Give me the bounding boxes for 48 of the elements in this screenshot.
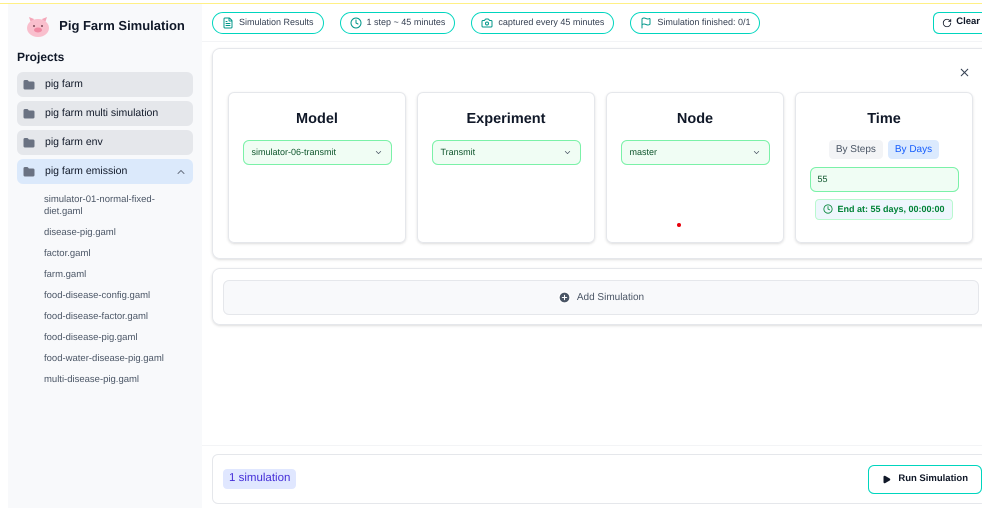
clear-button[interactable]: Clear xyxy=(933,12,982,34)
run-simulation-button[interactable]: Run Simulation xyxy=(868,464,982,494)
add-simulation-button[interactable]: Add Simulation xyxy=(223,280,979,315)
card-title: Experiment xyxy=(466,110,546,129)
project-item[interactable]: pig farm multi simulation xyxy=(17,101,193,126)
close-icon[interactable] xyxy=(958,66,971,79)
file-item[interactable]: food-disease-pig.gaml xyxy=(44,332,174,344)
card-title: Model xyxy=(296,110,338,129)
projects-heading: Projects xyxy=(17,49,66,66)
mode-tab[interactable]: By Steps xyxy=(828,140,883,159)
pig-logo-icon xyxy=(25,14,52,38)
file-item[interactable]: food-disease-config.gaml xyxy=(44,290,174,302)
app-title: Pig Farm Simulation xyxy=(59,17,185,36)
refresh-icon xyxy=(942,18,952,28)
card-title: Node xyxy=(676,110,714,129)
flag-icon xyxy=(640,16,652,28)
file-item[interactable]: food-disease-factor.gaml xyxy=(44,311,174,323)
file-item[interactable]: disease-pig.gaml xyxy=(44,227,174,239)
days-input[interactable]: 55 xyxy=(810,166,958,192)
project-item[interactable]: pig farm xyxy=(17,72,193,97)
folder-icon xyxy=(23,108,35,120)
info-pill: 1 step ~ 45 minutes xyxy=(340,12,456,34)
file-item[interactable]: farm.gaml xyxy=(44,269,174,281)
file-item[interactable]: food-water-disease-pig.gaml xyxy=(44,353,174,365)
select-field[interactable]: Transmit xyxy=(432,140,580,165)
info-pill: Simulation Results xyxy=(212,12,324,34)
file-item[interactable]: multi-disease-pig.gaml xyxy=(44,374,174,386)
camera-icon xyxy=(481,16,494,28)
mode-tab[interactable]: By Days xyxy=(888,140,940,159)
info-pill: Simulation finished: 0/1 xyxy=(630,12,760,34)
folder-icon xyxy=(23,166,35,178)
end-time-badge: End at: 55 days, 00:00:00 xyxy=(815,198,953,220)
document-icon xyxy=(222,16,234,28)
card-title: Time xyxy=(867,110,901,129)
info-pill: captured every 45 minutes xyxy=(471,12,614,34)
plus-icon xyxy=(558,291,571,304)
play-icon xyxy=(882,474,892,484)
select-field[interactable]: simulator-06-transmit xyxy=(242,140,392,165)
clock-icon xyxy=(823,204,834,214)
folder-icon xyxy=(23,136,35,148)
select-field[interactable]: master xyxy=(620,140,770,165)
simulation-count: 1 simulation xyxy=(223,469,296,489)
file-item[interactable]: simulator-01-normal-fixed-diet.gaml xyxy=(44,194,174,218)
project-item[interactable]: pig farm emission xyxy=(17,159,193,184)
project-item[interactable]: pig farm env xyxy=(17,130,193,155)
clock-icon xyxy=(350,16,362,28)
file-item[interactable]: factor.gaml xyxy=(44,248,174,260)
folder-icon xyxy=(23,78,35,90)
